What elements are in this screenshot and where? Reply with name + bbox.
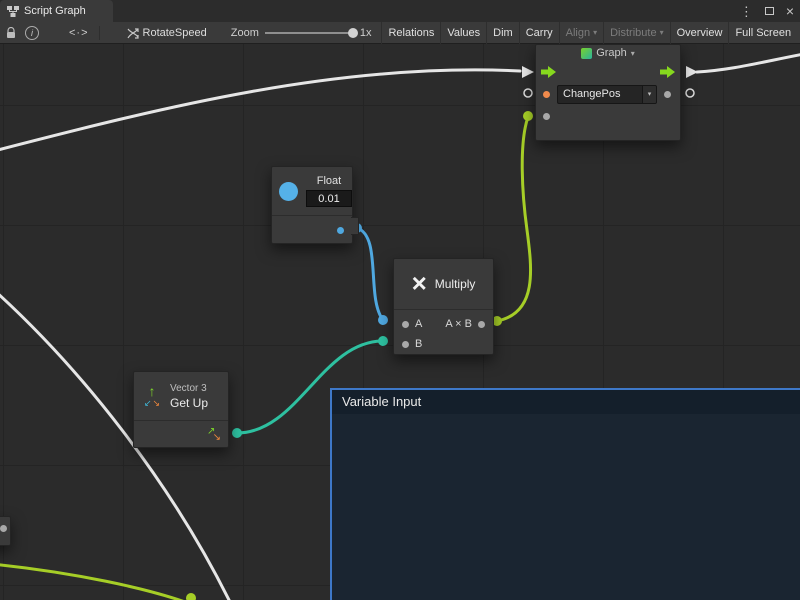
value-input-row (536, 105, 680, 127)
input-b-port[interactable] (402, 341, 409, 348)
window-controls: ⋮ × (740, 0, 794, 22)
tab-script-graph[interactable]: Script Graph (0, 0, 113, 22)
overview-button[interactable]: Overview (670, 22, 729, 44)
multiply-ports: A A × B B (394, 309, 493, 354)
menu-icon[interactable]: ⋮ (740, 5, 753, 18)
group-title[interactable]: Variable Input (332, 390, 800, 414)
graph-kind-icon (581, 48, 592, 59)
zoom-value: 1x (360, 27, 372, 39)
get-up-title: Get Up (170, 396, 208, 410)
graph-name-label[interactable]: RotateSpeed (143, 27, 207, 39)
variable-name-dropdown[interactable]: ChangePos ▾ (557, 85, 657, 104)
tab-title: Script Graph (24, 5, 86, 17)
flow-port-row (536, 61, 680, 83)
overview-label: Overview (677, 27, 723, 39)
output-port[interactable] (478, 321, 485, 328)
dim-label: Dim (493, 27, 513, 39)
vector3-output-port[interactable]: ↗ ↘ (207, 428, 221, 442)
title-bar: Script Graph ⋮ × (0, 0, 800, 22)
get-up-port-row: ↗ ↘ (134, 420, 228, 448)
flow-out-port-icon[interactable] (660, 66, 675, 78)
input-a-port[interactable] (402, 321, 409, 328)
input-b-label: B (415, 338, 422, 350)
zoom-label: Zoom (231, 27, 259, 39)
flow-in-port-icon[interactable] (541, 66, 556, 78)
close-icon[interactable]: × (786, 4, 794, 18)
node-get-up[interactable]: ↑ ↙ ↘ Vector 3 Get Up ↗ ↘ (133, 371, 229, 448)
variable-kind-label: Graph (596, 47, 627, 59)
carry-label: Carry (526, 27, 553, 39)
arrow-down-right-icon: ↘ (213, 433, 221, 443)
variable-name-value: ChangePos (558, 88, 642, 100)
float-type-icon (279, 182, 298, 201)
carry-button[interactable]: Carry (519, 22, 559, 44)
multiply-icon: × (412, 270, 427, 296)
multiply-header: × Multiply (394, 259, 493, 309)
node-float-literal[interactable]: Float (271, 166, 353, 244)
code-preview-icon[interactable]: <·> (69, 27, 89, 39)
float-value-input[interactable] (306, 190, 352, 207)
node-multiply[interactable]: × Multiply A A × B B (393, 258, 494, 355)
align-label: Align (566, 27, 590, 39)
get-up-header: ↑ ↙ ↘ Vector 3 Get Up (134, 372, 228, 420)
full-screen-label: Full Screen (735, 27, 791, 39)
graph-toolbar: i <·> RotateSpeed Zoom 1x Relations Valu… (0, 22, 800, 44)
arrow-down-right-icon: ↘ (153, 399, 161, 408)
input-a-label: A (415, 318, 422, 330)
float-title: Float (317, 175, 341, 187)
full-screen-button[interactable]: Full Screen (728, 22, 797, 44)
name-input-port[interactable] (543, 91, 550, 98)
script-graph-asset-icon (127, 27, 139, 39)
output-label: A × B (445, 318, 472, 330)
relations-button[interactable]: Relations (381, 22, 440, 44)
caret-down-icon: ▾ (631, 49, 635, 58)
lock-icon[interactable] (6, 27, 16, 39)
distribute-label: Distribute (610, 27, 656, 39)
port-row-a: A A × B (394, 314, 493, 334)
values-button[interactable]: Values (440, 22, 486, 44)
script-graph-window: Variable Input Graph ▾ (0, 0, 800, 600)
values-label: Values (447, 27, 480, 39)
info-icon[interactable]: i (25, 26, 39, 40)
multiply-title: Multiply (435, 277, 476, 291)
node-set-variable[interactable]: Graph ▾ ChangePos ▾ (535, 44, 681, 141)
distribute-button[interactable]: Distribute ▾ (603, 22, 669, 44)
dim-button[interactable]: Dim (486, 22, 519, 44)
caret-down-icon: ▾ (593, 28, 597, 37)
script-graph-icon (7, 6, 19, 17)
zoom-slider-track[interactable] (265, 32, 355, 34)
value-input-port[interactable] (543, 113, 550, 120)
caret-down-icon: ▾ (660, 28, 664, 37)
output-port[interactable] (0, 525, 7, 532)
arrow-down-left-icon: ↙ (144, 399, 152, 408)
group-variable-input[interactable]: Variable Input (330, 388, 800, 600)
float-header: Float (272, 167, 352, 215)
divider (99, 26, 100, 40)
set-variable-header: Graph ▾ (536, 45, 680, 61)
relations-label: Relations (388, 27, 434, 39)
align-button[interactable]: Align ▾ (559, 22, 603, 44)
port-row-b: B (394, 334, 493, 354)
zoom-slider-thumb[interactable] (348, 28, 358, 38)
vector3-icon: ↑ ↙ ↘ (141, 384, 163, 408)
float-output-port[interactable] (337, 227, 344, 234)
arrow-up-icon: ↑ (149, 384, 156, 398)
float-port-tab (351, 217, 359, 235)
float-port-row (272, 215, 352, 244)
variable-name-row: ChangePos ▾ (536, 83, 680, 105)
maximize-icon[interactable] (765, 7, 774, 15)
node-offscreen-left[interactable] (0, 516, 11, 546)
value-output-port[interactable] (664, 91, 671, 98)
caret-down-icon: ▾ (642, 86, 656, 103)
get-up-type-label: Vector 3 (170, 383, 208, 394)
zoom-slider[interactable] (265, 28, 355, 38)
